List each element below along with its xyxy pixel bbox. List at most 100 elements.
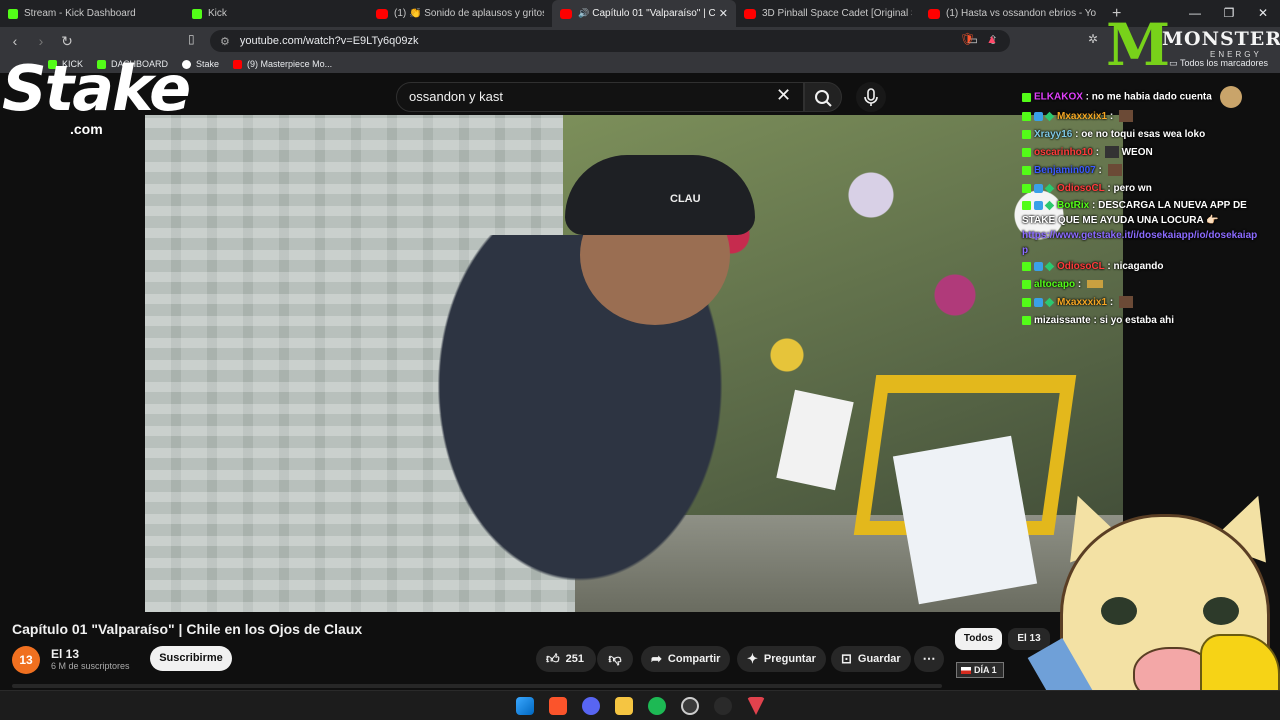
- description-box-edge: [12, 684, 942, 688]
- kick-badge-icon: [1022, 261, 1031, 271]
- tab-title: 3D Pinball Space Cadet [Original Sou: [762, 8, 912, 19]
- chat-text: oe no toqui esas wea loko: [1081, 129, 1206, 140]
- more-actions-button[interactable]: ⋯: [914, 646, 944, 672]
- kick-badge-icon: [1022, 92, 1031, 102]
- steam-icon[interactable]: [681, 697, 699, 715]
- discord-icon[interactable]: [582, 697, 600, 715]
- gifter-badge-icon: [1044, 297, 1055, 308]
- subscriber-badge-icon: [1034, 183, 1043, 193]
- cat-eye-left: [1101, 597, 1137, 625]
- bookmark-icon[interactable]: ▯: [188, 32, 195, 46]
- bookmark-label: (9) Masterpiece Mo...: [247, 59, 333, 69]
- subscriber-badge-icon: [1034, 297, 1043, 307]
- screen: Stream - Kick Dashboard Kick (1) 👏 Sonid…: [0, 0, 1280, 720]
- channel-avatar[interactable]: 13: [12, 646, 40, 674]
- address-bar[interactable]: ⚙ youtube.com/watch?v=E9LTy6q09zk ▭ ⇪: [210, 30, 1010, 52]
- brave-shield-icon[interactable]: 🛡: [960, 32, 975, 46]
- day-badge-text: DÍA 1: [974, 665, 997, 675]
- chat-message: mizaissante : si yo estaba ahi: [1022, 312, 1262, 330]
- browser-toolbar: ‹ › ↻ ▯ ⚙ youtube.com/watch?v=E9LTy6q09z…: [0, 27, 1280, 55]
- chat-message: Mxaxxxix1 :: [1022, 108, 1262, 126]
- reload-icon[interactable]: ↻: [56, 33, 78, 50]
- extensions-icon[interactable]: ✲: [1088, 32, 1098, 46]
- tab-kick[interactable]: Kick: [184, 0, 368, 27]
- gifter-badge-icon: [1044, 261, 1055, 272]
- kick-icon: [8, 8, 18, 19]
- back-icon[interactable]: ‹: [4, 33, 26, 49]
- kick-badge-icon: [1022, 297, 1031, 307]
- tab-pinball[interactable]: 3D Pinball Space Cadet [Original Sou: [736, 0, 920, 27]
- cap-text: CLAU: [670, 193, 701, 205]
- kick-badge-icon: [1022, 279, 1031, 289]
- brave-browser-icon[interactable]: [549, 697, 567, 715]
- chat-username: ELKAKOX: [1034, 91, 1083, 103]
- share-label: Compartir: [667, 653, 721, 665]
- youtube-icon: [560, 8, 572, 19]
- url-text: youtube.com/watch?v=E9LTy6q09zk: [239, 35, 419, 47]
- tab-active-valparaiso[interactable]: 🔊 Capítulo 01 "Valparaíso" | Chile ✕: [552, 0, 736, 27]
- clear-search-icon[interactable]: ✕: [776, 85, 791, 106]
- chat-username: Mxaxxxix1: [1057, 111, 1108, 122]
- filter-chip-all[interactable]: Todos: [955, 628, 1002, 650]
- thumbs-up-icon: 👍︎: [546, 651, 560, 666]
- emote-icon: [1118, 110, 1133, 123]
- chat-link[interactable]: https://www.getstake.it/i/dosekaiapp/io/…: [1022, 228, 1262, 258]
- forward-icon[interactable]: ›: [30, 33, 52, 49]
- file-explorer-icon[interactable]: [615, 697, 633, 715]
- video-title: Capítulo 01 "Valparaíso" | Chile en los …: [12, 621, 363, 637]
- gifter-badge-icon: [1044, 183, 1055, 194]
- youtube-icon: [376, 8, 388, 19]
- kick-badge-icon: [1022, 147, 1031, 157]
- chat-username: oscarinho10: [1034, 147, 1093, 158]
- close-icon[interactable]: ✕: [719, 7, 728, 20]
- emote-icon: [1118, 296, 1133, 309]
- chat-message: altocapo :: [1022, 276, 1262, 294]
- channel-name[interactable]: El 13: [51, 647, 79, 661]
- stream-chat-overlay: ELKAKOX : no me habia dado cuenta Mxaxxx…: [1022, 86, 1262, 330]
- like-button[interactable]: 👍︎ 251: [536, 646, 596, 672]
- chat-text: no me habia dado cuenta: [1091, 91, 1212, 103]
- thumbs-down-icon: 👎︎: [608, 651, 622, 666]
- obs-icon[interactable]: [714, 697, 732, 715]
- spotify-icon[interactable]: [648, 697, 666, 715]
- windows-start-icon[interactable]: [516, 697, 534, 715]
- day-badge: DÍA 1: [956, 662, 1004, 678]
- cat-mascot-overlay: [1027, 485, 1280, 720]
- search-input[interactable]: ossandon y kast: [396, 82, 804, 112]
- share-arrow-icon: ➦: [651, 651, 662, 666]
- site-info-icon[interactable]: ⚙: [220, 35, 230, 48]
- tab-aplausos[interactable]: (1) 👏 Sonido de aplausos y gritos de: [368, 0, 552, 27]
- speaker-icon[interactable]: 🔊: [578, 8, 589, 19]
- brave-rewards-icon[interactable]: ▲: [986, 32, 998, 46]
- youtube-icon: [233, 59, 243, 69]
- kick-badge-icon: [1022, 165, 1031, 175]
- chat-message: Mxaxxxix1 :: [1022, 294, 1262, 312]
- chat-username: OdiosoCL: [1057, 261, 1105, 272]
- youtube-icon: [928, 8, 940, 19]
- dislike-button[interactable]: 👎︎: [597, 646, 633, 672]
- save-button[interactable]: ⊡ Guardar: [831, 646, 911, 672]
- video-frame-paper: [892, 435, 1038, 605]
- microphone-icon: [864, 88, 878, 106]
- valorant-icon[interactable]: [747, 697, 765, 715]
- chat-message: ELKAKOX : no me habia dado cuenta: [1022, 86, 1262, 108]
- kick-badge-icon: [1022, 315, 1031, 325]
- bookmark-masterpiece[interactable]: (9) Masterpiece Mo...: [233, 59, 332, 69]
- share-button[interactable]: ➦ Compartir: [641, 646, 731, 672]
- search-button[interactable]: [804, 82, 842, 112]
- ask-button[interactable]: ✦ Preguntar: [737, 646, 826, 672]
- chat-username: BotRix: [1057, 200, 1090, 211]
- subscriber-badge-icon: [1034, 111, 1043, 121]
- subscribe-button[interactable]: Suscribirme: [150, 646, 232, 671]
- voice-search-button[interactable]: [856, 82, 886, 112]
- tab-title: Kick: [208, 8, 227, 19]
- chat-username: OdiosoCL: [1057, 183, 1105, 194]
- chat-text: nicagando: [1113, 261, 1164, 272]
- monster-claw-icon: M: [1106, 11, 1171, 79]
- monster-energy-logo: M MONSTER ENERGY: [1100, 11, 1280, 84]
- tab-hasta-vs-ossandon[interactable]: (1) Hasta vs ossandon ebrios - YouTu: [920, 0, 1104, 27]
- video-player[interactable]: CLAU: [145, 115, 1123, 612]
- emote-icon: [1104, 146, 1119, 159]
- chat-message: BotRix : DESCARGA LA NUEVA APP DE STAKE …: [1022, 198, 1262, 258]
- tab-kick-dashboard[interactable]: Stream - Kick Dashboard: [0, 0, 184, 27]
